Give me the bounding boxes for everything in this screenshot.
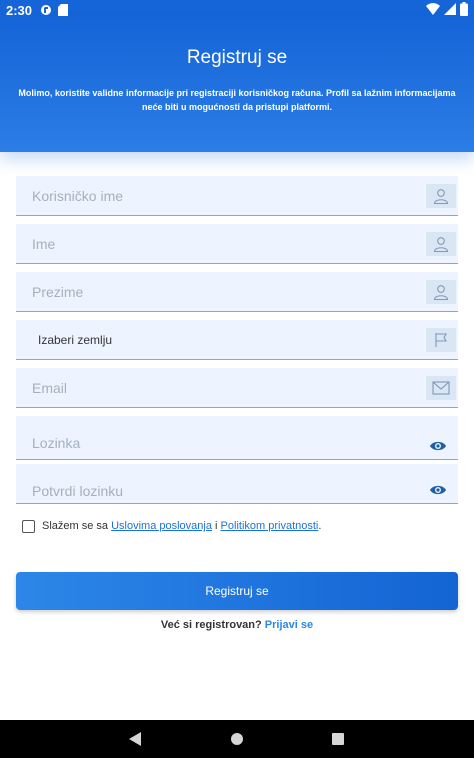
email-input[interactable] — [16, 368, 416, 408]
user-icon — [426, 232, 456, 256]
terms-suffix: . — [318, 520, 322, 532]
notification-app-icon — [40, 4, 52, 16]
user-icon — [426, 280, 456, 304]
terms-row: Slažem se sa Uslovima poslovanja i Polit… — [22, 517, 452, 535]
flag-icon — [426, 328, 456, 352]
header-banner: Registruj se Molimo, koristite validne i… — [0, 20, 474, 152]
password-input[interactable] — [16, 416, 416, 460]
register-button[interactable]: Registruj se — [16, 572, 458, 610]
terms-link[interactable]: Uslovima poslovanja — [111, 520, 212, 532]
cellular-icon — [444, 3, 456, 18]
page-subtitle: Molimo, koristite validne informacije pr… — [18, 88, 456, 112]
eye-icon[interactable] — [428, 439, 448, 453]
terms-prefix: Slažem se sa — [42, 520, 112, 532]
page-title: Registruj se — [186, 47, 288, 68]
status-time: 2:30 — [6, 2, 33, 18]
recents-icon[interactable] — [332, 733, 344, 745]
battery-icon — [460, 2, 468, 19]
username-input[interactable] — [16, 176, 416, 216]
login-prompt: Već si registrovan? — [160, 619, 265, 631]
first-name-field — [16, 224, 458, 264]
user-icon — [426, 184, 456, 208]
wifi-icon — [426, 3, 440, 18]
password-field — [16, 416, 458, 460]
country-select[interactable]: Izaberi zemlju — [16, 320, 458, 360]
status-icons — [426, 2, 468, 19]
status-bar: 2:30 — [0, 0, 474, 20]
email-field — [16, 368, 458, 408]
navigation-bar — [0, 720, 474, 758]
country-select-label: Izaberi zemlju — [38, 333, 113, 347]
username-field — [16, 176, 458, 216]
sd-card-icon — [58, 4, 69, 16]
home-icon[interactable] — [231, 733, 243, 745]
last-name-field — [16, 272, 458, 312]
eye-icon[interactable] — [428, 483, 448, 497]
first-name-input[interactable] — [16, 224, 416, 264]
login-link[interactable]: Prijavi se — [265, 619, 313, 631]
confirm-password-input[interactable] — [16, 464, 416, 504]
envelope-icon — [426, 376, 456, 400]
terms-middle: i — [211, 520, 221, 532]
last-name-input[interactable] — [16, 272, 416, 312]
confirm-password-field — [16, 464, 458, 504]
login-row: Već si registrovan? Prijavi se — [0, 619, 474, 631]
terms-checkbox[interactable] — [22, 519, 35, 533]
back-icon[interactable] — [129, 732, 141, 751]
privacy-link[interactable]: Politikom privatnosti — [221, 520, 319, 532]
